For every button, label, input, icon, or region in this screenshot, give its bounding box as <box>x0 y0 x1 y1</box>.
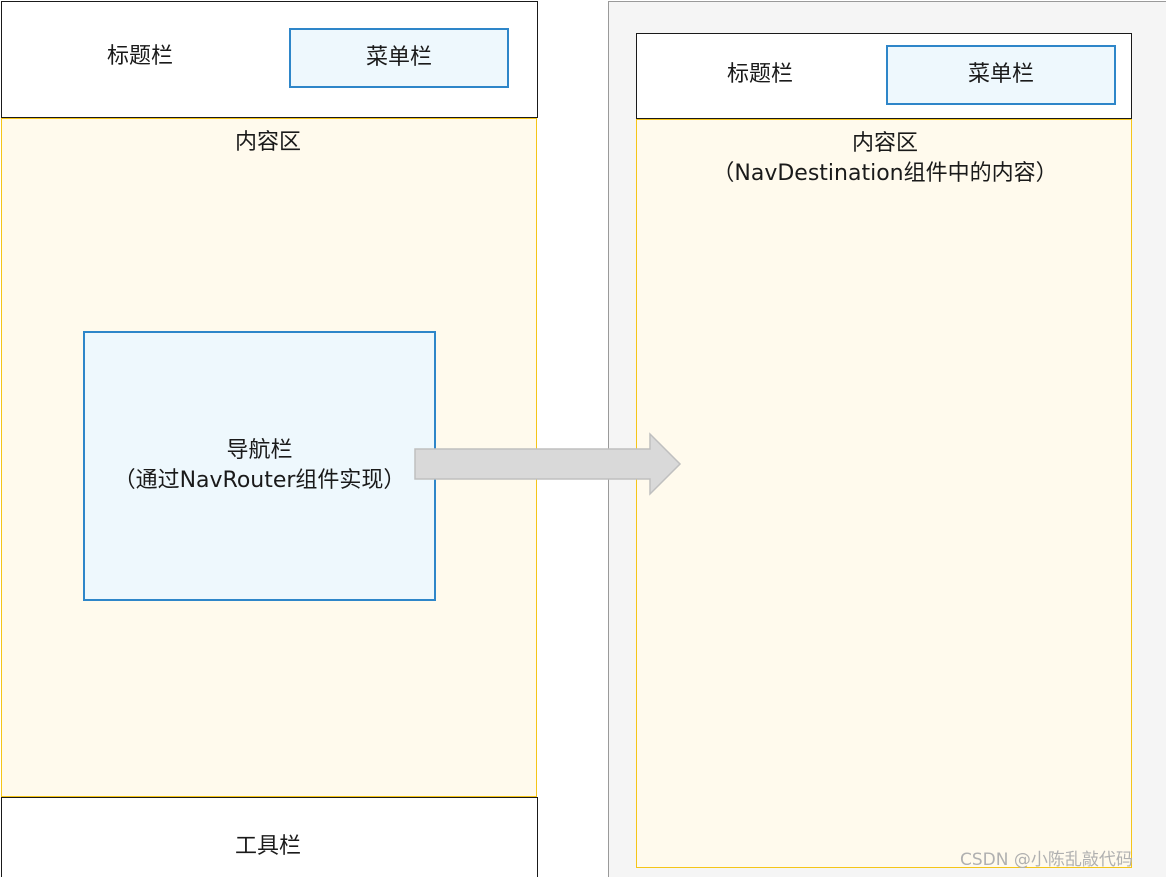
left-menu-bar: 菜单栏 <box>289 28 509 88</box>
arrow-shape <box>414 432 682 496</box>
right-arrow-icon <box>414 432 682 496</box>
right-content-subtitle: （NavDestination组件中的内容） <box>712 161 1058 186</box>
left-toolbar-label: 工具栏 <box>234 834 301 859</box>
nav-bar-title: 导航栏 <box>226 438 293 463</box>
left-content-area-label: 内容区 <box>234 130 301 155</box>
right-menu-bar: 菜单栏 <box>886 45 1116 105</box>
nav-bar-subtitle: （通过NavRouter组件实现） <box>113 468 406 493</box>
right-title-bar-label: 标题栏 <box>726 62 793 87</box>
diagram-canvas: 标题栏 菜单栏 内容区 导航栏 （通过NavRouter组件实现） 工具栏 标题… <box>0 0 1166 877</box>
watermark: CSDN @小陈乱敲代码 <box>960 850 1133 870</box>
left-title-bar-label: 标题栏 <box>106 44 173 69</box>
right-content-title: 内容区 <box>851 131 918 156</box>
right-content-area-label: 内容区 （NavDestination组件中的内容） <box>660 126 1110 192</box>
nav-bar-box: 导航栏 （通过NavRouter组件实现） <box>83 331 436 601</box>
right-content-area <box>636 119 1132 868</box>
